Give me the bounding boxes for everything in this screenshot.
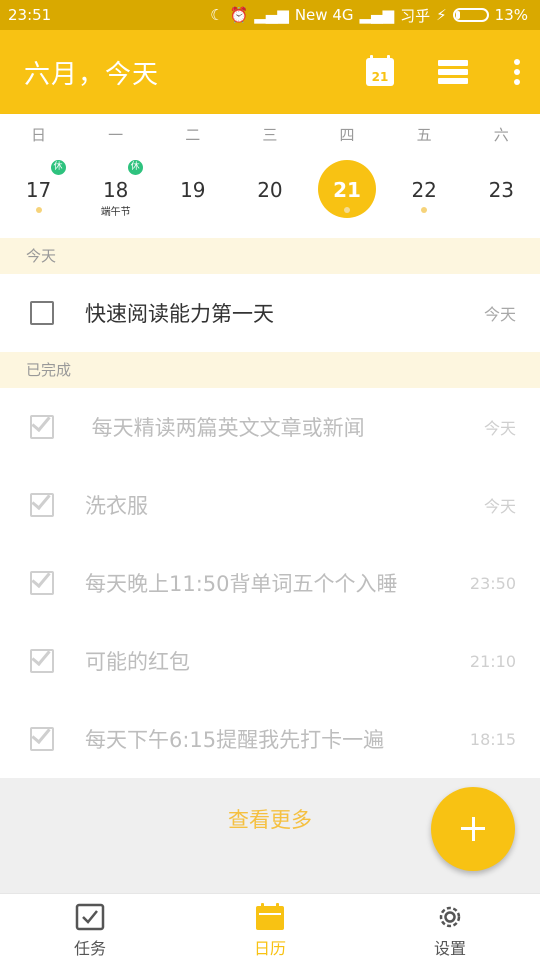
event-dot [421, 207, 428, 213]
more-icon-dot [514, 69, 520, 75]
day-number: 21 [333, 178, 361, 202]
day-cell[interactable]: 休 18 端午节 [77, 154, 154, 238]
task-title: 每天晚上11:50背单词五个个入睡 [85, 572, 398, 596]
weekday-label: 日 [31, 125, 47, 144]
task-item[interactable]: 快速阅读能力第一天 今天 [0, 274, 540, 352]
status-bar: 23:51 ☾ ⏰ ▂▄▆ New 4G ▂▄▆ 习乎 ⚡ 13% [0, 0, 540, 30]
task-time: 今天 [483, 419, 516, 438]
view-mode-icon-bar [438, 69, 468, 75]
add-task-button[interactable] [431, 787, 515, 871]
task-checkbox-checked[interactable] [30, 645, 54, 673]
nav-item-calendar[interactable]: 日历 [180, 894, 360, 960]
app-indicator: 习乎 [400, 6, 431, 25]
today-calendar-button[interactable]: 21 [366, 55, 394, 86]
holiday-badge: 休 [50, 160, 66, 175]
charging-icon: ⚡ [436, 6, 447, 24]
task-title: 快速阅读能力第一天 [85, 302, 274, 326]
nav-item-tasks[interactable]: 任务 [0, 894, 180, 960]
task-item-completed[interactable]: 每天精读两篇英文文章或新闻 今天 [0, 388, 540, 466]
task-time: 今天 [483, 305, 516, 324]
nav-label: 日历 [253, 939, 286, 958]
task-title: 可能的红包 [85, 650, 190, 674]
calendar-icon [256, 903, 284, 930]
nav-label: 设置 [433, 939, 466, 958]
checkbox-icon [75, 903, 105, 931]
weekday-header: 日 一 二 三 四 五 六 [0, 114, 540, 154]
more-icon [514, 59, 520, 65]
check-icon [31, 645, 51, 667]
weekday-label: 五 [416, 125, 432, 144]
network-label: New 4G [294, 6, 354, 24]
task-time: 21:10 [469, 651, 516, 671]
check-icon [31, 411, 51, 433]
section-header-today: 今天 [0, 238, 540, 274]
day-number: 18 [102, 178, 129, 202]
task-item-completed[interactable]: 可能的红包 21:10 [0, 622, 540, 700]
status-indicators: ☾ ⏰ ▂▄▆ New 4G ▂▄▆ 习乎 ⚡ 13% [210, 5, 528, 26]
task-item-completed[interactable]: 每天晚上11:50背单词五个个入睡 23:50 [0, 544, 540, 622]
section-header-completed: 已完成 [0, 352, 540, 388]
day-cell-selected[interactable]: 21 [309, 154, 386, 238]
weekday-label: 六 [493, 125, 509, 144]
date-row: 休 17 休 18 端午节 19 20 21 22 23 [0, 154, 540, 238]
festival-label: 端午节 [100, 207, 131, 218]
task-checkbox-checked[interactable] [30, 567, 54, 595]
day-cell[interactable]: 休 17 [0, 154, 77, 238]
day-number: 20 [257, 178, 283, 202]
battery-icon [452, 8, 489, 22]
more-icon-dot-2 [514, 79, 520, 85]
day-number: 23 [488, 178, 515, 202]
status-time: 23:51 [8, 6, 52, 24]
day-number: 22 [411, 178, 437, 202]
task-time: 23:50 [469, 573, 516, 593]
day-cell[interactable]: 20 [231, 154, 308, 238]
weekday-label: 二 [185, 125, 201, 144]
weekday-label: 三 [262, 125, 278, 144]
check-icon [31, 723, 51, 745]
view-mode-button[interactable] [438, 60, 468, 84]
page-title[interactable]: 六月，今天 [24, 54, 159, 91]
bottom-nav: 任务 日历 设置 [0, 893, 540, 960]
weekday-label: 一 [108, 125, 124, 144]
task-item-completed[interactable]: 洗衣服 今天 [0, 466, 540, 544]
nav-item-settings[interactable]: 设置 [360, 894, 540, 960]
more-options-button[interactable] [512, 59, 522, 85]
view-mode-icon [438, 60, 468, 66]
task-time: 18:15 [469, 729, 516, 749]
day-cell[interactable]: 22 [386, 154, 463, 238]
app-bar: 六月，今天 21 [0, 30, 540, 114]
check-icon [31, 567, 51, 589]
check-icon [31, 489, 51, 511]
day-number: 17 [25, 178, 52, 202]
nav-label: 任务 [73, 939, 106, 958]
task-checkbox-checked[interactable] [30, 411, 54, 439]
task-checkbox-checked[interactable] [30, 723, 54, 751]
gear-icon [439, 906, 461, 928]
signal-icon-2: ▂▄▆ [359, 6, 395, 24]
alarm-icon: ⏰ [229, 6, 249, 24]
day-cell[interactable]: 19 [154, 154, 231, 238]
view-mode-icon-bar-2 [438, 78, 468, 84]
task-checkbox-checked[interactable] [30, 489, 54, 517]
event-dot [35, 207, 42, 213]
task-checkbox[interactable] [30, 301, 54, 325]
task-title: 每天下午6:15提醒我先打卡一遍 [85, 728, 385, 752]
signal-icon: ▂▄▆ [254, 6, 289, 24]
battery-percent: 13% [494, 6, 528, 24]
week-strip: 日 一 二 三 四 五 六 休 17 休 18 端午节 19 20 21 22 [0, 114, 540, 238]
day-cell[interactable]: 23 [463, 154, 540, 238]
task-time: 今天 [483, 497, 516, 516]
weekday-label: 四 [339, 125, 355, 144]
task-title: 洗衣服 [85, 494, 148, 518]
day-number: 19 [180, 178, 206, 202]
holiday-badge: 休 [127, 160, 143, 175]
moon-icon: ☾ [210, 6, 224, 24]
calendar-day-number: 21 [371, 70, 389, 84]
task-title: 每天精读两篇英文文章或新闻 [85, 416, 365, 440]
task-item-completed[interactable]: 每天下午6:15提醒我先打卡一遍 18:15 [0, 700, 540, 778]
